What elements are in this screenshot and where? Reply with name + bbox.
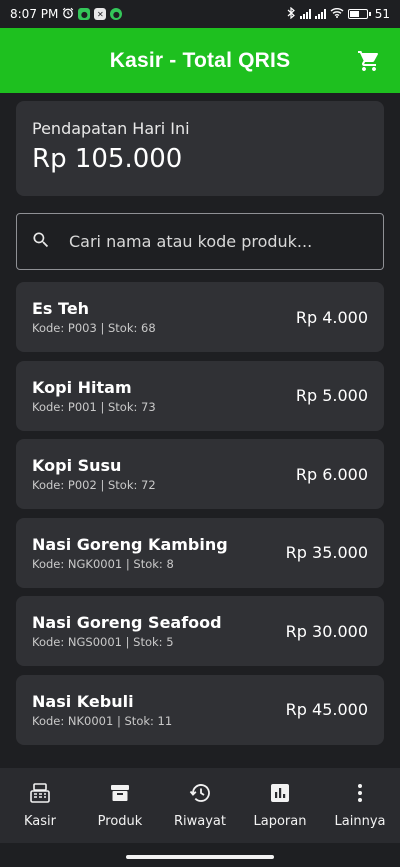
bottom-nav: Kasir Produk Riwayat Laporan Lainnya [0, 768, 400, 843]
more-vertical-icon [349, 782, 371, 808]
alarm-icon [62, 7, 74, 22]
nav-item-kasir[interactable]: Kasir [0, 782, 80, 829]
bluetooth-icon [286, 6, 296, 22]
product-price: Rp 6.000 [295, 464, 368, 484]
nav-label: Lainnya [334, 814, 386, 829]
nav-label: Kasir [24, 814, 56, 829]
revenue-label: Pendapatan Hari Ini [32, 119, 190, 138]
cash-register-icon [29, 782, 51, 808]
product-price: Rp 4.000 [295, 307, 368, 327]
product-price: Rp 35.000 [285, 543, 368, 563]
wifi-icon [330, 7, 344, 21]
product-name: Kopi Hitam [32, 377, 132, 397]
nav-item-riwayat[interactable]: Riwayat [160, 782, 240, 829]
status-bar: 8:07 PM ● ✕ ● 51 [0, 0, 400, 28]
nav-item-lainnya[interactable]: Lainnya [320, 782, 400, 829]
product-name: Nasi Goreng Seafood [32, 613, 222, 633]
bar-chart-icon [269, 782, 291, 808]
product-info: Nasi Kebuli Kode: NK0001 | Stok: 11 [32, 692, 172, 728]
product-name: Es Teh [32, 299, 90, 318]
product-item[interactable]: Nasi Goreng Seafood Kode: NGS0001 | Stok… [16, 596, 384, 667]
product-list: Es Teh Kode: P003 | Stok: 68 Rp 4.000 Ko… [16, 282, 384, 754]
product-meta: Kode: NGS0001 | Stok: 5 [32, 635, 174, 650]
product-item[interactable]: Nasi Kebuli Kode: NK0001 | Stok: 11 Rp 4… [16, 674, 384, 745]
product-meta: Kode: NK0001 | Stok: 11 [32, 713, 173, 728]
status-time: 8:07 PM [10, 7, 59, 21]
product-price: Rp 30.000 [285, 621, 368, 641]
nav-item-produk[interactable]: Produk [80, 782, 160, 829]
shopping-cart-icon[interactable] [354, 46, 384, 76]
product-info: Kopi Hitam Kode: P001 | Stok: 73 [32, 378, 156, 414]
battery-percent: 51 [374, 7, 390, 21]
product-info: Kopi Susu Kode: P002 | Stok: 72 [32, 456, 156, 492]
product-name: Nasi Goreng Kambing [32, 534, 228, 554]
revenue-card: Pendapatan Hari Ini Rp 105.000 [16, 101, 384, 196]
product-name: Nasi Kebuli [32, 691, 134, 711]
battery-tip [368, 12, 371, 16]
status-bar-right: 51 [286, 6, 390, 22]
product-meta: Kode: NGK0001 | Stok: 8 [32, 556, 174, 571]
status-bar-left: 8:07 PM ● ✕ ● [10, 7, 123, 22]
product-info: Nasi Goreng Seafood Kode: NGS0001 | Stok… [32, 613, 222, 649]
product-item[interactable]: Nasi Goreng Kambing Kode: NGK0001 | Stok… [16, 517, 384, 588]
nav-label: Produk [97, 814, 143, 829]
product-item[interactable]: Es Teh Kode: P003 | Stok: 68 Rp 4.000 [16, 282, 384, 352]
app-circle-icon: ● [110, 8, 123, 20]
nav-label: Laporan [253, 814, 307, 829]
battery-icon [347, 9, 368, 19]
gesture-handle[interactable] [126, 855, 274, 859]
revenue-value: Rp 105.000 [32, 144, 183, 174]
product-item[interactable]: Kopi Susu Kode: P002 | Stok: 72 Rp 6.000 [16, 439, 384, 510]
app-notification-icon: ✕ [94, 8, 107, 20]
nav-label: Riwayat [174, 814, 226, 829]
product-price: Rp 45.000 [285, 700, 368, 720]
product-price: Rp 5.000 [295, 386, 368, 406]
product-meta: Kode: P002 | Stok: 72 [32, 478, 156, 493]
product-item[interactable]: Kopi Hitam Kode: P001 | Stok: 73 Rp 5.00… [16, 360, 384, 431]
archive-box-icon [109, 782, 131, 808]
whatsapp-icon: ● [78, 8, 91, 20]
search-input[interactable] [67, 231, 361, 252]
history-icon [189, 782, 211, 808]
product-meta: Kode: P001 | Stok: 73 [32, 399, 156, 414]
product-info: Nasi Goreng Kambing Kode: NGK0001 | Stok… [32, 535, 228, 571]
page-title: Kasir - Total QRIS [109, 48, 291, 72]
search-box[interactable] [16, 213, 384, 270]
signal-icon-2 [314, 9, 326, 19]
app-bar: Kasir - Total QRIS [0, 28, 400, 93]
search-icon [31, 230, 51, 254]
product-name: Kopi Susu [32, 456, 122, 476]
nav-item-laporan[interactable]: Laporan [240, 782, 320, 829]
product-meta: Kode: P003 | Stok: 68 [32, 321, 156, 335]
signal-icon [299, 9, 311, 19]
product-info: Es Teh Kode: P003 | Stok: 68 [32, 299, 156, 335]
